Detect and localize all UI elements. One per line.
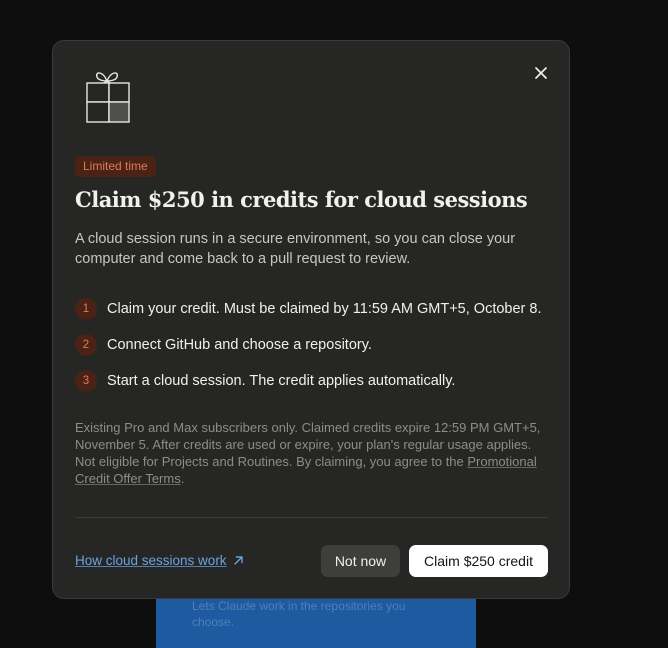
arrow-up-right-icon	[233, 556, 243, 565]
step-text: Claim your credit. Must be claimed by 11…	[107, 301, 542, 317]
how-cloud-sessions-work-link[interactable]: How cloud sessions work	[75, 553, 244, 568]
dialog-title: Claim $250 in credits for cloud sessions	[75, 187, 528, 212]
steps-list: 1 Claim your credit. Must be claimed by …	[75, 297, 555, 405]
step-number-badge: 3	[75, 370, 97, 392]
step-number-badge: 2	[75, 334, 97, 356]
claim-credit-button[interactable]: Claim $250 credit	[409, 545, 548, 577]
not-now-button[interactable]: Not now	[321, 545, 400, 577]
close-button[interactable]	[531, 63, 551, 83]
step-text: Connect GitHub and choose a repository.	[107, 337, 372, 353]
limited-time-badge: Limited time	[75, 156, 156, 177]
step-text: Start a cloud session. The credit applie…	[107, 373, 456, 389]
step-item: 3 Start a cloud session. The credit appl…	[75, 369, 555, 393]
step-item: 2 Connect GitHub and choose a repository…	[75, 333, 555, 357]
gift-icon	[86, 72, 130, 123]
fine-print-end: .	[180, 471, 185, 486]
dialog-description: A cloud session runs in a secure environ…	[75, 231, 516, 267]
close-icon	[535, 67, 547, 79]
fine-print: Existing Pro and Max subscribers only. C…	[75, 419, 550, 487]
step-number-badge: 1	[75, 298, 97, 320]
divider	[75, 517, 548, 518]
step-item: 1 Claim your credit. Must be claimed by …	[75, 297, 555, 321]
background-card-text: Lets Claude work in the repositories you…	[192, 599, 406, 629]
how-link-label: How cloud sessions work	[75, 553, 227, 568]
credit-offer-dialog: Limited time Claim $250 in credits for c…	[52, 40, 570, 599]
